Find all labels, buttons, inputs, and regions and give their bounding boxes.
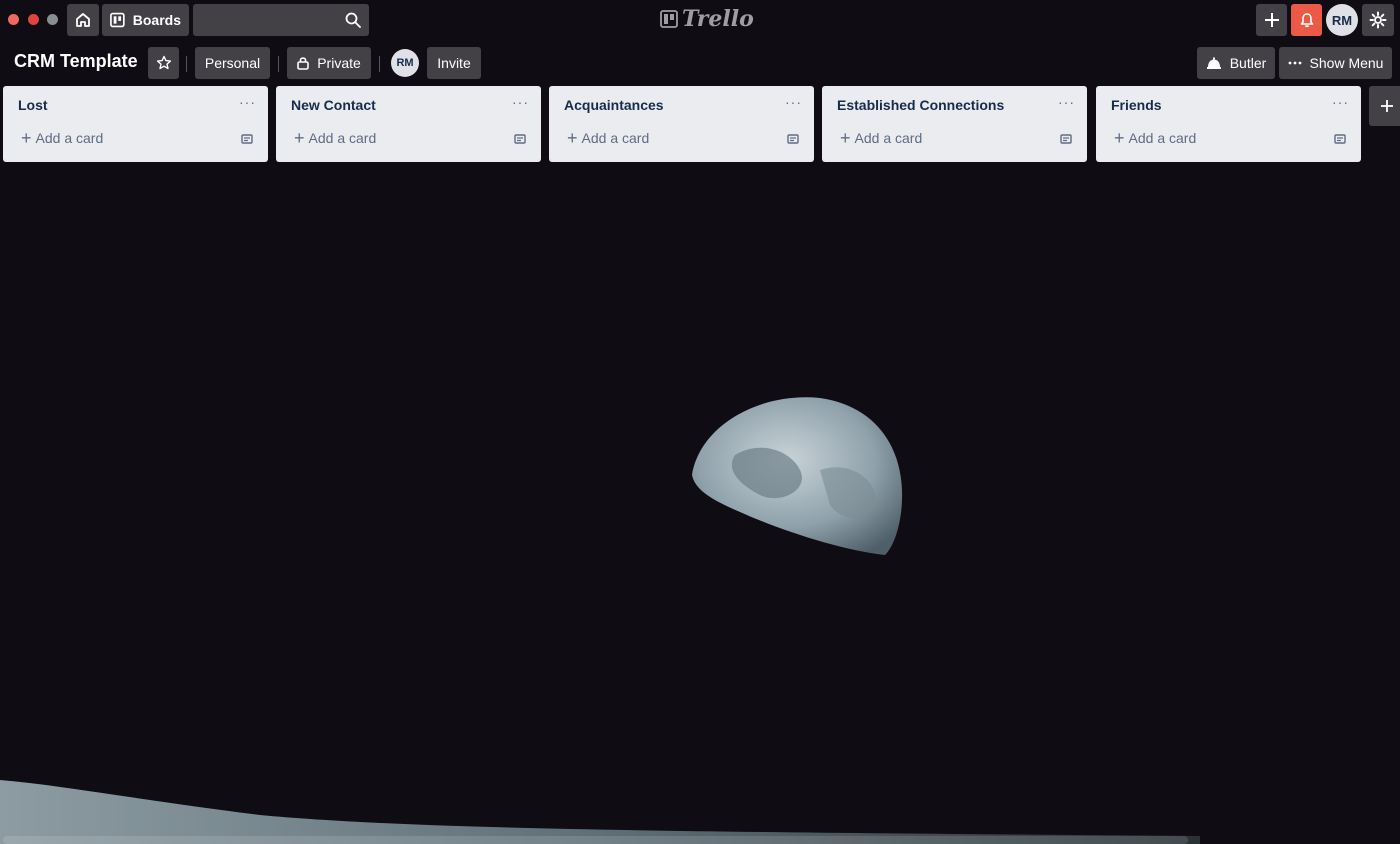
add-list-button[interactable] bbox=[1369, 86, 1400, 126]
gear-icon bbox=[1369, 11, 1387, 29]
plus-icon: + bbox=[294, 128, 305, 148]
notifications-button[interactable] bbox=[1291, 4, 1322, 36]
list-title[interactable]: New Contact bbox=[291, 97, 376, 113]
list-friends: Friends ··· + Add a card bbox=[1096, 86, 1361, 162]
butler-button[interactable]: Butler bbox=[1197, 47, 1275, 79]
add-card-label: Add a card bbox=[854, 130, 923, 146]
header-divider bbox=[186, 56, 187, 72]
board-title[interactable]: CRM Template bbox=[14, 51, 138, 72]
card-template-icon[interactable] bbox=[513, 133, 527, 145]
plus-icon: + bbox=[21, 128, 32, 148]
show-menu-button[interactable]: Show Menu bbox=[1279, 47, 1392, 79]
board-member-initials: RM bbox=[396, 57, 414, 69]
user-avatar[interactable]: RM bbox=[1326, 4, 1358, 36]
add-card-label: Add a card bbox=[1128, 130, 1197, 146]
butler-bell-icon bbox=[1206, 57, 1221, 69]
add-card-button[interactable]: + Add a card bbox=[21, 128, 104, 148]
privacy-label: Private bbox=[317, 55, 361, 71]
window-minimize-button[interactable] bbox=[28, 14, 39, 25]
settings-button[interactable] bbox=[1362, 4, 1394, 36]
boards-button[interactable]: Boards bbox=[102, 4, 189, 36]
privacy-button[interactable]: Private bbox=[287, 47, 371, 79]
list-acquaintances: Acquaintances ··· + Add a card bbox=[549, 86, 814, 162]
card-template-icon[interactable] bbox=[240, 133, 254, 145]
butler-label: Butler bbox=[1229, 55, 1267, 71]
add-card-button[interactable]: + Add a card bbox=[840, 128, 923, 148]
team-visibility-label: Personal bbox=[204, 55, 261, 71]
list-menu-icon[interactable]: ··· bbox=[239, 94, 256, 110]
card-template-icon[interactable] bbox=[1333, 133, 1347, 145]
more-dots-icon bbox=[1288, 61, 1301, 65]
plus-icon: + bbox=[567, 128, 578, 148]
show-menu-label: Show Menu bbox=[1309, 55, 1384, 71]
card-template-icon[interactable] bbox=[786, 133, 800, 145]
window-close-button[interactable] bbox=[8, 14, 19, 25]
star-board-button[interactable] bbox=[148, 47, 179, 79]
header-divider bbox=[278, 56, 279, 72]
list-new-contact: New Contact ··· + Add a card bbox=[276, 86, 541, 162]
board-lists: Lost ··· + Add a card New Contact ··· + … bbox=[0, 86, 1400, 162]
list-title[interactable]: Friends bbox=[1111, 97, 1162, 113]
add-card-label: Add a card bbox=[35, 130, 104, 146]
invite-button[interactable]: Invite bbox=[427, 47, 481, 79]
list-established-connections: Established Connections ··· + Add a card bbox=[822, 86, 1087, 162]
plus-icon bbox=[1264, 13, 1279, 27]
add-card-label: Add a card bbox=[581, 130, 650, 146]
list-title[interactable]: Acquaintances bbox=[564, 97, 664, 113]
board-member-avatar[interactable]: RM bbox=[391, 49, 419, 77]
plus-icon: + bbox=[840, 128, 851, 148]
home-icon bbox=[76, 13, 90, 27]
add-card-button[interactable]: + Add a card bbox=[1114, 128, 1197, 148]
plus-icon bbox=[1381, 100, 1393, 112]
star-icon bbox=[156, 55, 171, 70]
window-zoom-button[interactable] bbox=[47, 14, 58, 25]
plus-icon: + bbox=[1114, 128, 1125, 148]
header-divider bbox=[379, 56, 380, 72]
search-icon bbox=[345, 12, 361, 28]
board-header: CRM Template Personal Private RM Invite … bbox=[0, 44, 1400, 82]
list-menu-icon[interactable]: ··· bbox=[1058, 94, 1075, 110]
logo-text: Trello bbox=[682, 6, 754, 32]
card-template-icon[interactable] bbox=[1059, 133, 1073, 145]
user-initials: RM bbox=[1331, 12, 1353, 28]
bell-icon bbox=[1300, 13, 1313, 28]
boards-label: Boards bbox=[132, 12, 181, 28]
top-nav-bar: Boards Trello RM bbox=[0, 0, 1400, 40]
list-lost: Lost ··· + Add a card bbox=[3, 86, 268, 162]
list-menu-icon[interactable]: ··· bbox=[1332, 94, 1349, 110]
horizontal-scrollbar[interactable] bbox=[3, 836, 1188, 844]
list-title[interactable]: Established Connections bbox=[837, 97, 1004, 113]
trello-logo-icon bbox=[660, 10, 678, 28]
create-button[interactable] bbox=[1256, 4, 1287, 36]
list-menu-icon[interactable]: ··· bbox=[512, 94, 529, 110]
lock-icon bbox=[297, 57, 310, 70]
list-menu-icon[interactable]: ··· bbox=[785, 94, 802, 110]
search-input[interactable] bbox=[193, 4, 369, 36]
add-card-label: Add a card bbox=[308, 130, 377, 146]
add-card-button[interactable]: + Add a card bbox=[567, 128, 650, 148]
boards-icon bbox=[110, 12, 125, 28]
add-card-button[interactable]: + Add a card bbox=[294, 128, 377, 148]
team-visibility-button[interactable]: Personal bbox=[195, 47, 270, 79]
list-title[interactable]: Lost bbox=[18, 97, 48, 113]
invite-label: Invite bbox=[437, 55, 471, 71]
home-button[interactable] bbox=[67, 4, 99, 36]
trello-logo[interactable]: Trello bbox=[660, 6, 754, 32]
